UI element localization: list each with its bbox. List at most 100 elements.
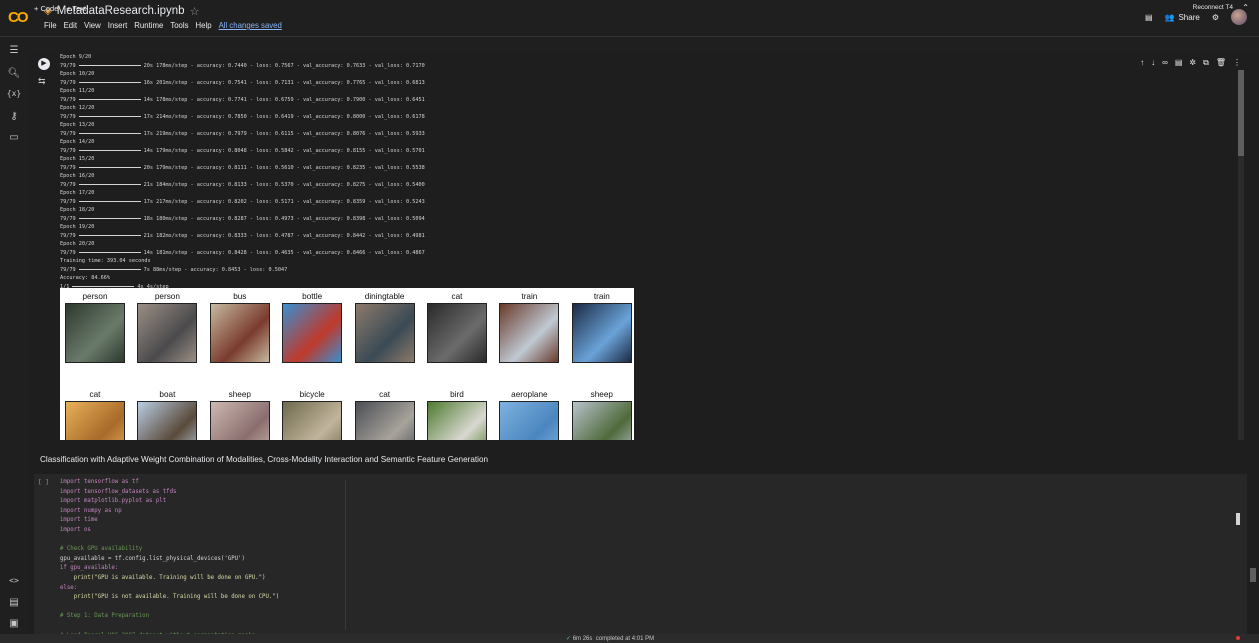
epoch-metrics: 79/79 17s 214ms/step - accuracy: 0.7850 -… [60, 113, 425, 120]
secrets-key-icon[interactable]: ⚷ [0, 111, 28, 122]
execution-status[interactable]: ✓ 6m 26s completed at 4:01 PM [566, 635, 654, 642]
cell-toolbar: ↑ ↓ ∞ ▤ ✲ ⧉ 🗑︎ ⋮ [1140, 58, 1241, 68]
accuracy-value: 0.8202 [227, 198, 247, 205]
save-status-link[interactable]: All changes saved [219, 21, 282, 30]
menu-help[interactable]: Help [196, 21, 212, 30]
epoch-metrics: 79/79 21s 184ms/step - accuracy: 0.8133 -… [60, 181, 425, 188]
prediction-thumbnail: train [498, 291, 560, 363]
accuracy-value: 0.8048 [227, 147, 247, 154]
progress-bar [72, 285, 135, 287]
run-cell-button[interactable]: ▶ [38, 58, 50, 70]
epoch-header: Epoch 15/20 [60, 156, 95, 162]
val-loss-value: 0.6178 [406, 113, 425, 120]
delete-icon[interactable]: 🗑︎ [1216, 58, 1226, 68]
output-scrollbar[interactable] [1238, 70, 1244, 440]
search-icon[interactable]: 🔍︎ [0, 68, 28, 79]
chevron-up-icon[interactable]: ⌃ [1242, 3, 1249, 12]
star-icon[interactable]: ☆ [190, 5, 200, 18]
code-line: import tensorflow_datasets as tfds [60, 488, 177, 495]
cell-settings-icon[interactable]: ✲ [1189, 58, 1196, 68]
val-loss-value: 0.5243 [406, 198, 425, 205]
comments-icon[interactable]: ▤ [1145, 13, 1153, 22]
sample-image [354, 401, 415, 440]
output-options-icon[interactable]: ⇆ [38, 76, 46, 87]
eval-metrics: 7s 88ms/step - accuracy: 0.8453 - loss: … [143, 266, 288, 273]
step-count: 79/79 [60, 266, 76, 273]
predicted-label: bicycle [299, 390, 325, 399]
menu-edit[interactable]: Edit [64, 21, 77, 30]
comment-icon[interactable]: ▤ [1175, 58, 1183, 68]
step-time: 14s 178ms/step [143, 96, 188, 103]
val-accuracy-value: 0.7633 [346, 62, 366, 69]
code-snippets-icon[interactable]: <> [0, 576, 28, 585]
code-line: else: [60, 584, 78, 591]
menu-file[interactable]: File [44, 21, 57, 30]
loss-value: 0.6759 [274, 96, 294, 103]
progress-bar [78, 149, 141, 151]
step-count: 79/79 [60, 62, 76, 69]
menu-runtime[interactable]: Runtime [134, 21, 163, 30]
predicted-label: sheep [228, 390, 251, 399]
sample-image [499, 303, 560, 363]
step-time: 18s 180ms/step [143, 215, 188, 222]
val-accuracy-value: 0.8398 [346, 215, 366, 222]
predicted-label: bottle [302, 292, 323, 301]
add-text-button[interactable]: + Text [66, 4, 86, 13]
val-loss-value: 0.4981 [406, 232, 425, 239]
prediction-thumbnail: boat [136, 389, 198, 440]
progress-bar [78, 115, 141, 117]
val-loss-value: 0.5094 [406, 215, 425, 222]
move-up-icon[interactable]: ↑ [1140, 58, 1144, 68]
table-of-contents-icon[interactable]: ☰ [0, 45, 28, 56]
prediction-figure: person person bus bottle diningtable cat train… [60, 288, 634, 440]
code-line: import time [60, 517, 98, 524]
code-line: if gpu_available: [60, 565, 119, 572]
step-time: 20s 178ms/step [143, 62, 188, 69]
reconnect-button[interactable]: Reconnect T4 [1193, 4, 1233, 11]
step-time: 17s 217ms/step [143, 198, 188, 205]
epoch-header: Epoch 14/20 [60, 139, 95, 145]
epoch-header: Epoch 12/20 [60, 105, 95, 111]
predicted-label: bird [450, 390, 464, 399]
step-time: 17s 219ms/step [143, 130, 188, 137]
cell-run-bracket[interactable]: [ ] [38, 479, 49, 486]
mirror-cell-icon[interactable]: ⧉ [1203, 58, 1209, 68]
sample-image [65, 303, 125, 363]
accuracy-result: Accuracy: 84.66% [60, 275, 110, 281]
accuracy-value: 0.7440 [227, 62, 247, 69]
link-icon[interactable]: ∞ [1162, 58, 1168, 68]
loss-value: 0.5610 [274, 164, 294, 171]
epoch-header: Epoch 10/20 [60, 71, 95, 77]
epoch-metrics: 79/79 18s 180ms/step - accuracy: 0.8287 -… [60, 215, 425, 222]
colab-logo[interactable]: CO [8, 9, 34, 26]
editor-scrollbar[interactable] [1236, 513, 1240, 525]
add-code-button[interactable]: + Code [34, 4, 58, 13]
notebook-toolbar [28, 37, 1259, 53]
code-line: import os [60, 526, 91, 533]
files-folder-icon[interactable]: ▭ [0, 132, 28, 143]
variables-icon[interactable]: {x} [0, 89, 28, 98]
move-down-icon[interactable]: ↓ [1151, 58, 1155, 68]
epoch-metrics: 79/79 17s 219ms/step - accuracy: 0.7979 -… [60, 130, 425, 137]
menu-tools[interactable]: Tools [170, 21, 188, 30]
predicted-label: train [521, 292, 538, 301]
step-count: 79/79 [60, 79, 76, 86]
text-cell-heading[interactable]: Classification with Adaptive Weight Comb… [40, 455, 488, 464]
menu-insert[interactable]: Insert [108, 21, 128, 30]
more-options-icon[interactable]: ⋮ [1233, 58, 1241, 68]
code-editor[interactable]: import tensorflow as tf import tensorflow… [60, 478, 279, 641]
share-button[interactable]: 👥 Share [1165, 13, 1200, 22]
epoch-header: Epoch 11/20 [60, 88, 95, 94]
menu-view[interactable]: View [84, 21, 101, 30]
prediction-thumbnail: cat [426, 291, 488, 363]
prediction-thumbnail: sheep [571, 389, 633, 440]
progress-bar [78, 234, 141, 236]
sample-image [571, 401, 632, 440]
settings-gear-icon[interactable]: ⚙ [1212, 13, 1219, 22]
page-scrollbar[interactable] [1250, 568, 1256, 582]
command-palette-icon[interactable]: ▤ [0, 597, 28, 608]
predicted-label: cat [89, 390, 101, 399]
progress-bar [78, 251, 141, 253]
cell-divider [345, 480, 346, 630]
terminal-icon[interactable]: ▣ [0, 618, 28, 629]
